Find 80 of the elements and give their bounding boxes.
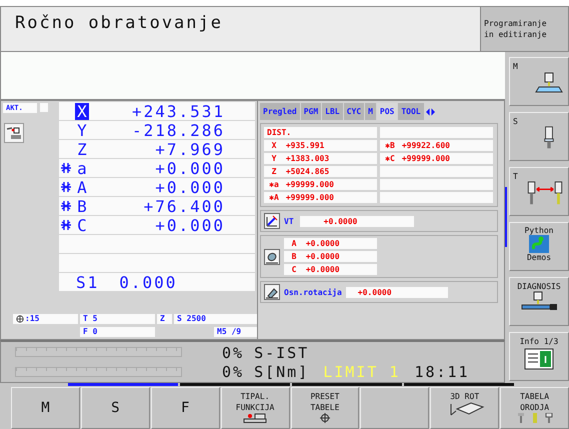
scroll-arrows-icon[interactable] (426, 108, 435, 116)
load-label: S-IST (254, 344, 310, 362)
side-softkey[interactable]: Python Demos (509, 222, 569, 271)
limit-label: LIMIT 1 (323, 362, 400, 380)
rotation-value: A +0.0000 (284, 238, 377, 249)
distance-value: ✱A +99999.000 (264, 192, 377, 203)
load-percent: 0% (222, 344, 244, 362)
mode-key[interactable]: Programiranje in editiranje (480, 6, 569, 52)
override-value: :15 (25, 314, 40, 324)
feed-field: F 0 (80, 326, 155, 336)
dist-label: DIST. (264, 127, 377, 138)
side-softkey[interactable]: S (509, 112, 569, 161)
machine-icon (4, 123, 24, 143)
rotation-value: B +0.0000 (284, 251, 377, 262)
tab[interactable]: PGM (300, 103, 322, 120)
side-softkey[interactable]: T (509, 167, 569, 216)
distance-value: ✱a +99999.000 (264, 179, 377, 190)
position-value: +243.531 (130, 102, 226, 120)
softkey[interactable]: S (80, 387, 150, 429)
tab[interactable]: POS (376, 103, 398, 120)
tab[interactable]: LBL (322, 103, 343, 120)
position-value: +0.000 (154, 178, 226, 196)
distance-value: ✱B +99922.600 (380, 140, 493, 151)
rotation-icon[interactable] (264, 248, 280, 264)
vt-value: +0.0000 (300, 216, 414, 226)
probe-icon (243, 413, 268, 423)
axis-label[interactable]: a (75, 160, 89, 176)
vt-label: VT (284, 216, 294, 226)
axis-label[interactable]: Y (75, 122, 89, 138)
tilt-icon[interactable] (264, 213, 280, 229)
mode-title: Ročno obratovanje (15, 13, 223, 33)
tool-change-icon (525, 181, 565, 207)
axis-label[interactable]: C (75, 216, 89, 234)
basic-rotation-label: Osn.rotacija (284, 288, 342, 296)
spindle-value: 0.000 (119, 272, 178, 292)
spindle-label: S1 (76, 272, 100, 292)
axis-label[interactable]: X (75, 102, 89, 120)
snake-icon (529, 235, 549, 253)
tool-axis-field: Z (157, 314, 172, 324)
position-value: +0.000 (154, 216, 226, 234)
axis-label[interactable]: A (75, 178, 89, 196)
tool-field: T 5 (80, 314, 155, 324)
softkey[interactable]: TIPAL. FUNKCIJA (220, 387, 290, 429)
scroll-indicator (505, 187, 507, 247)
position-value: +76.400 (142, 196, 226, 216)
axis-label[interactable]: B (75, 198, 89, 214)
info-icon (524, 348, 554, 370)
dial-icon (16, 314, 24, 322)
softkey[interactable] (360, 387, 430, 429)
rotation-value: C +0.0000 (284, 264, 377, 275)
tab[interactable]: M (365, 103, 376, 120)
tab[interactable]: TOOL (398, 103, 424, 120)
spindle-speed-field: S 2500 (174, 314, 257, 324)
machine-table-icon (534, 71, 564, 95)
axis-label[interactable]: Z (75, 140, 89, 158)
distance-value: Y +1383.003 (264, 153, 377, 164)
softkey[interactable]: F (150, 387, 220, 429)
load-percent: 0% (222, 362, 244, 380)
distance-value: ✱C +99999.000 (380, 153, 493, 164)
status-box (40, 103, 48, 112)
diagnosis-icon (519, 291, 559, 313)
position-value: +0.000 (154, 158, 226, 178)
tab[interactable]: Pregled (260, 103, 300, 120)
clock-time: 18:11 (414, 362, 470, 380)
side-softkey[interactable]: M (509, 57, 569, 106)
basic-rotation-value: +0.0000 (346, 286, 448, 298)
distance-value: X +935.991 (264, 140, 377, 151)
side-softkey[interactable]: DIAGNOSIS (509, 277, 569, 326)
softkey[interactable]: TABELA ORODJA (500, 387, 569, 429)
m-function-field: M5 /9 (214, 326, 257, 336)
position-value: +7.969 (154, 140, 226, 158)
tab[interactable]: CYC (344, 103, 364, 120)
basic-rotation-icon[interactable] (264, 284, 280, 300)
side-softkey[interactable]: Info 1/3 (509, 332, 569, 381)
softkey[interactable]: M (11, 387, 80, 429)
softkey[interactable]: 3D ROT (430, 387, 500, 429)
position-value: -218.286 (130, 120, 226, 140)
distance-value: Z +5024.865 (264, 166, 377, 177)
softkey[interactable]: PRESET TABELE (290, 387, 360, 429)
load-label: S[Nm] (254, 362, 310, 380)
